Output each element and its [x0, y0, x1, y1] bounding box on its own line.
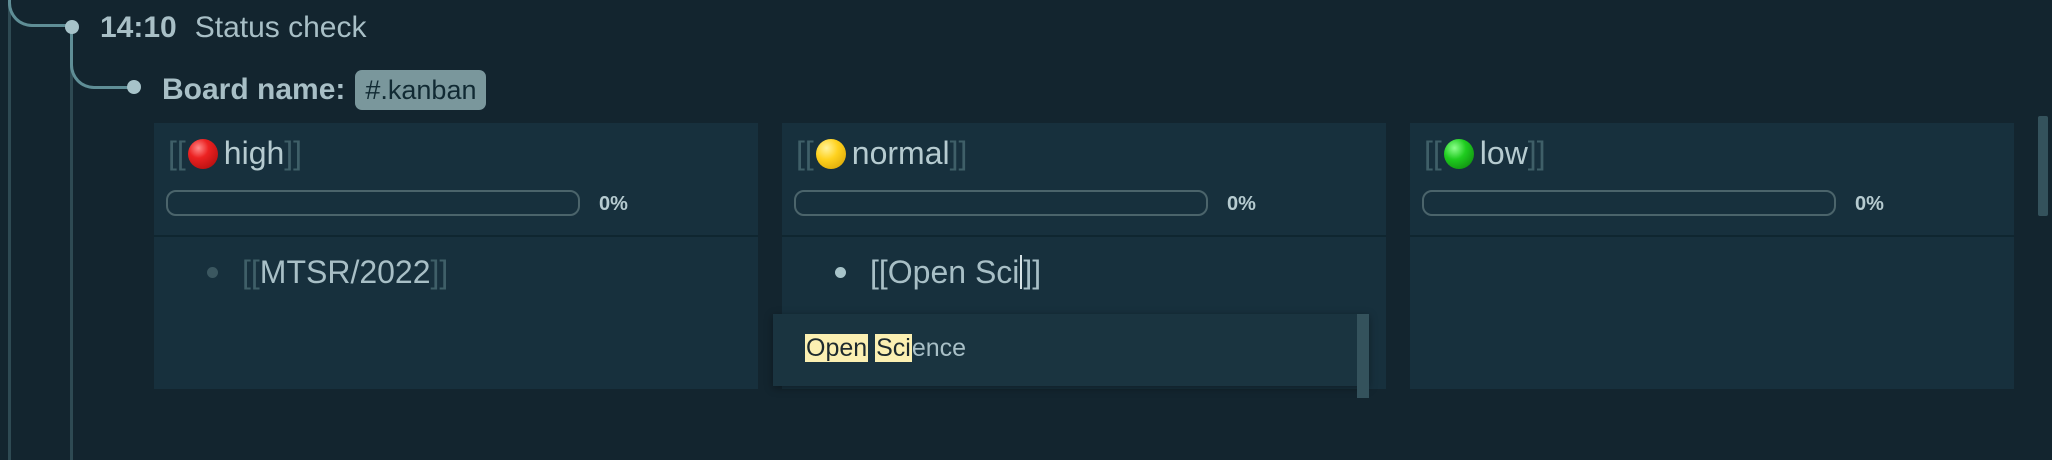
red-circle-icon: [187, 138, 218, 169]
card-bullet: [835, 266, 846, 278]
text-caret: [1020, 255, 1023, 289]
link-bracket-open: [[: [168, 135, 186, 171]
column-title-label[interactable]: normal: [852, 135, 950, 172]
suggestion-rest: ence: [911, 334, 967, 362]
column-title-label[interactable]: high: [224, 135, 285, 172]
block-timestamp: 14:10: [100, 11, 177, 44]
link-bracket-open: [[: [1424, 135, 1442, 171]
link-bracket-open: [[: [242, 253, 260, 290]
kanban-card[interactable]: [[ MTSR/2022 ]]: [154, 237, 758, 307]
yellow-circle-icon: [815, 138, 846, 169]
column-title-label[interactable]: low: [1480, 135, 1528, 172]
progress-bar: [1422, 190, 1836, 216]
kanban-card-editing[interactable]: [[Open Sci ]]: [782, 237, 1386, 307]
editor-text-before-caret: [[Open Sci: [870, 253, 1020, 290]
editor-text-after-caret: ]]: [1023, 253, 1042, 290]
autocomplete-popup: Open Science: [773, 314, 1369, 398]
link-bracket-close: ]]: [430, 253, 449, 290]
progress-percent: 0%: [1227, 193, 1256, 215]
column-title[interactable]: [[ normal ]]: [796, 135, 967, 172]
column-header: [[ high ]] 0%: [154, 123, 758, 237]
outline-connector: [8, 0, 73, 27]
column-header: [[ low ]] 0%: [1410, 123, 2014, 237]
kanban-column-low: [[ low ]] 0%: [1410, 123, 2014, 389]
page-scrollbar[interactable]: [2038, 116, 2048, 216]
autocomplete-item[interactable]: Open Science: [805, 334, 966, 363]
block-text: Status check: [194, 11, 367, 44]
kanban-column-high: [[ high ]] 0% [[ MTSR/2022 ]]: [154, 123, 758, 389]
match-highlight: Sci: [875, 334, 912, 362]
link-bracket-close: ]]: [284, 135, 303, 171]
column-header: [[ normal ]] 0%: [782, 123, 1386, 237]
column-title[interactable]: [[ low ]]: [1424, 135, 1546, 172]
card-bullet: [207, 266, 218, 278]
progress-bar: [166, 190, 580, 216]
link-bracket-close: ]]: [1527, 135, 1546, 171]
progress-bar: [794, 190, 1208, 216]
block-bullet[interactable]: [127, 80, 141, 94]
popup-scrollbar[interactable]: [1357, 314, 1369, 398]
progress-percent: 0%: [599, 193, 628, 215]
match-highlight: Open: [805, 334, 869, 362]
property-tag[interactable]: #.kanban: [355, 70, 487, 110]
link-bracket-close: ]]: [949, 135, 968, 171]
column-title[interactable]: [[ high ]]: [168, 135, 302, 172]
outline-guide-line: [70, 26, 73, 460]
progress-percent: 0%: [1855, 193, 1884, 215]
card-text[interactable]: [[ MTSR/2022 ]]: [242, 254, 448, 291]
block-bullet[interactable]: [65, 20, 79, 34]
page-link[interactable]: MTSR/2022: [260, 254, 431, 291]
property-key: Board name:: [162, 73, 346, 106]
link-bracket-open: [[: [796, 135, 814, 171]
outline-guide-line: [8, 0, 11, 460]
board-property-block[interactable]: Board name: #.kanban: [162, 68, 487, 112]
green-circle-icon: [1443, 138, 1474, 169]
card-editor[interactable]: [[Open Sci ]]: [870, 254, 1041, 291]
status-block[interactable]: 14:10 Status check: [100, 8, 367, 48]
